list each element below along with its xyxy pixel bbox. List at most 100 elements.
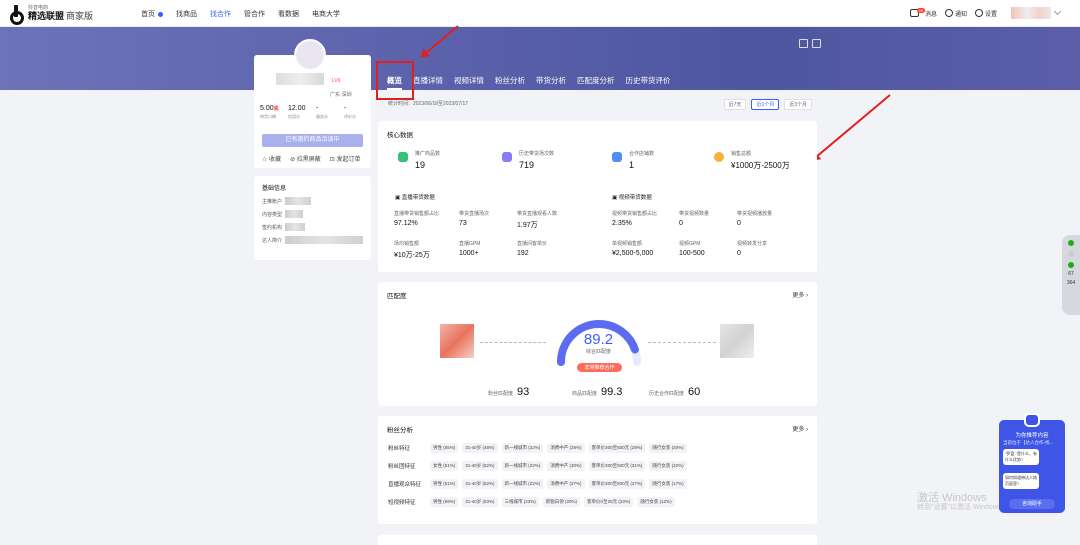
assistant-question-1[interactable]: "罗盘 "是什么，有什么优势?	[1003, 449, 1039, 465]
invite-button[interactable]: 已有邀约商品洽谈中	[262, 134, 363, 147]
kpi-shops: 合作店铺数 1	[612, 150, 654, 170]
tag-chip: 31-40岁 (53%)	[462, 497, 498, 507]
match-more-link[interactable]: 更多 ›	[792, 290, 808, 299]
new-dot-icon	[158, 11, 163, 17]
product-image-blurred	[720, 324, 754, 358]
assistant-title: 为你推荐内容	[1015, 433, 1049, 439]
block-button[interactable]: ⊘ 拉黑屏蔽	[290, 154, 321, 163]
gear-icon	[974, 9, 983, 17]
order-button[interactable]: ⊡ 发起订单	[330, 154, 361, 163]
fans-match: 粉丝匹配度 93	[488, 386, 530, 398]
tag-chip: 新一线城市 (22%)	[501, 443, 544, 453]
tab-history[interactable]: 历史带货评价	[626, 75, 671, 90]
tag-chip: 男性 (55%)	[430, 443, 459, 453]
basic-info-title: 基础信息	[262, 186, 287, 192]
nav-products[interactable]: 找商品	[176, 9, 197, 19]
match-title: 匹配度	[387, 293, 407, 300]
tag-chip: 客单价0至25元 (23%)	[584, 497, 634, 507]
sidebar-num-1: 67	[1068, 271, 1074, 277]
creator-avatar-blurred	[440, 324, 474, 358]
basic-info-card: 基础信息 主推账户 内容类型 签约机构 达人简介	[254, 176, 371, 260]
qrcode-icon[interactable]	[799, 39, 808, 48]
tag-chip: 新一线城市 (22%)	[501, 479, 544, 489]
tag-chip: 消费中产 (29%)	[547, 443, 585, 453]
match-score: 89.2	[583, 331, 614, 348]
tab-sales[interactable]: 带货分析	[536, 75, 566, 90]
highlight-box-overview-tab	[376, 61, 414, 100]
tag-chip: 男性 (51%)	[430, 479, 459, 489]
tab-fans[interactable]: 粉丝分析	[495, 75, 525, 90]
floating-sidebar[interactable]: 67 364	[1062, 235, 1080, 315]
annotation-arrow-2	[812, 94, 891, 161]
history-match: 历史合作匹配度 60	[649, 386, 701, 398]
assistant-question-2[interactable]: 如何知道带达人结页面里?	[1003, 473, 1039, 489]
next-card-partial	[378, 535, 817, 545]
match-recommend-tag: 非常推荐合作	[577, 363, 622, 372]
nav-manage-cooperation[interactable]: 管合作	[244, 9, 265, 19]
favorite-button[interactable]: ☆ 收藏	[262, 154, 281, 163]
video-cell: 带货视频播放量 0	[737, 211, 773, 227]
logo-main: 精选联盟 商家版	[28, 10, 94, 21]
tab-video[interactable]: 视频详情	[454, 75, 484, 90]
fans-title: 粉丝分析	[387, 427, 413, 434]
avatar	[294, 39, 326, 71]
tag-chip: 消费中产 (30%)	[547, 461, 585, 471]
robot-icon	[1024, 413, 1040, 427]
tag-chip: 消费中产 (27%)	[547, 479, 585, 489]
range-7d-button[interactable]: 近7天	[723, 99, 747, 110]
tag-chip: 随行女装 (17%)	[649, 479, 687, 489]
tab-match[interactable]: 匹配度分析	[577, 75, 615, 90]
douyin-logo-icon	[10, 5, 24, 25]
tab-live[interactable]: 直播详情	[413, 75, 443, 90]
assistant-subtitle: 当前位于【达人合作-找...	[1003, 440, 1054, 445]
date-row: 统计时间：2023/06/18至2023/07/17 近7天 近1个月 近3个月	[388, 99, 818, 110]
fans-row: 直播观众特征 男性 (51%) 31-40岁 (52%) 新一线城市 (22%) 消费…	[388, 479, 691, 489]
core-data-title: 核心数据	[387, 132, 413, 139]
match-score-label: 综合匹配度	[585, 349, 611, 355]
fans-more-link[interactable]: 更多 ›	[792, 424, 808, 433]
coin-icon	[714, 152, 724, 162]
live-cell: 直播间客单价 192	[517, 241, 548, 257]
kpi-products: 推广商品数 19	[398, 150, 440, 170]
main-nav: 首页 找商品 找合作 管合作 看数据 电商大学	[141, 9, 353, 19]
notify-button[interactable]: 通知	[944, 9, 967, 18]
tag-chip: 随行女装 (12%)	[637, 497, 675, 507]
messages-button[interactable]: 99 消息	[909, 7, 937, 18]
date-range: 统计时间：2023/06/18至2023/07/17	[388, 101, 469, 107]
nav-university[interactable]: 电商大学	[312, 9, 340, 19]
consult-button[interactable]: 咨询助手	[1009, 499, 1055, 509]
tag-chip: 三线城市 (23%)	[501, 497, 539, 507]
chevron-down-icon[interactable]	[1053, 7, 1062, 16]
tag-chip: 客单价300至500元 (28%)	[588, 443, 646, 453]
settings-button[interactable]: 设置	[974, 9, 997, 18]
detail-tabs: 概览 直播详情 视频详情 粉丝分析 带货分析 匹配度分析 历史带货评价	[387, 75, 682, 90]
nav-home[interactable]: 首页	[141, 9, 163, 19]
tag-chip: 客单价300至500元 (27%)	[588, 479, 646, 489]
nav-find-cooperation[interactable]: 找合作	[210, 9, 231, 19]
user-avatar[interactable]	[1011, 7, 1051, 19]
video-cell: 单视频销售额 ¥2,500-5,000	[612, 241, 654, 257]
kpi-live-sessions: 历史带货场次数 719	[502, 150, 554, 170]
video-cell: 视频转发分享 0	[737, 241, 768, 257]
video-cell: 视频带货销售额占比 2.35%	[612, 211, 658, 227]
top-tools: 99 消息 通知 设置	[902, 7, 1062, 19]
status-dot-icon	[1068, 240, 1074, 246]
kpi-sales-total: 销售总额 ¥1000万-2500万	[714, 150, 790, 171]
range-3m-button[interactable]: 近3个月	[784, 99, 812, 110]
shop-icon	[612, 152, 622, 162]
live-icon	[502, 152, 512, 162]
tag-chip: 31-40岁 (52%)	[462, 461, 498, 471]
message-badge: 99	[916, 7, 925, 13]
live-data-title: ▣ 直播带货数据	[395, 195, 435, 201]
logo[interactable]: 抖音电商 精选联盟 商家版	[10, 5, 94, 25]
tag-chip: 客单价300至500元 (31%)	[588, 461, 646, 471]
location: 广东·深圳	[330, 92, 352, 98]
creator-name-blurred	[276, 73, 324, 85]
product-match: 商品匹配度 99.3	[572, 386, 623, 398]
douyin-icon[interactable]	[812, 39, 821, 48]
nav-data[interactable]: 看数据	[278, 9, 299, 19]
level-badge: LV6	[332, 78, 341, 84]
assistant-widget[interactable]: 为你推荐内容 当前位于【达人合作-找... "罗盘 "是什么，有什么优势? 如何…	[999, 413, 1065, 513]
range-1m-button[interactable]: 近1个月	[751, 99, 780, 110]
live-cell: 带货直播观看人数 1.97万	[517, 211, 558, 229]
